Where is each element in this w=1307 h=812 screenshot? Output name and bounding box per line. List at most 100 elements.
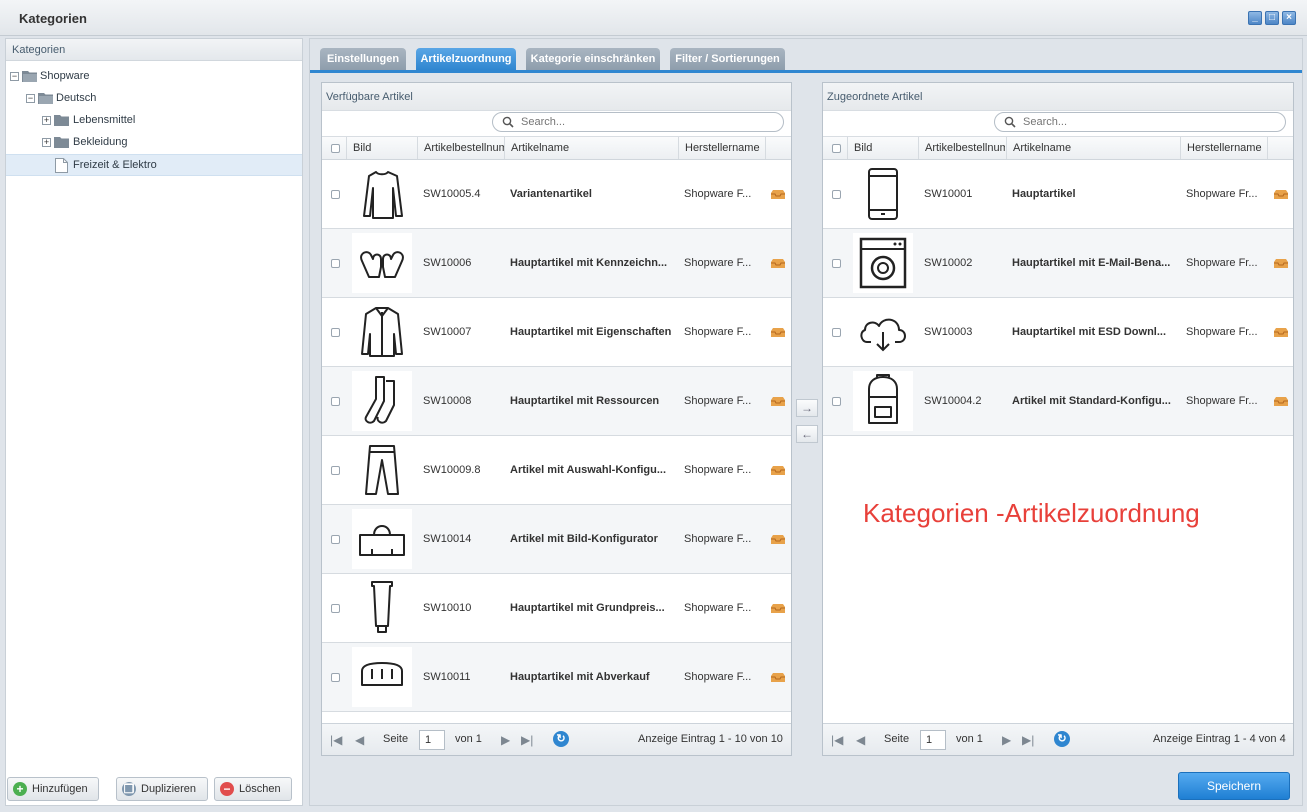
expand-icon[interactable]: + [42, 116, 51, 125]
inbox-icon[interactable] [1273, 258, 1289, 269]
table-row[interactable]: SW10008 Hauptartikel mit Ressourcen Shop… [322, 367, 791, 436]
folder-icon [54, 137, 69, 148]
refresh-icon[interactable]: ↻ [1054, 731, 1070, 747]
assigned-search-field[interactable] [994, 112, 1286, 132]
table-row[interactable]: SW10002 Hauptartikel mit E-Mail-Bena... … [823, 229, 1293, 298]
page-number-input[interactable]: 1 [419, 730, 445, 750]
inbox-icon[interactable] [770, 396, 786, 407]
duplicate-category-button[interactable]: ❐ Duplizieren [116, 777, 208, 801]
row-checkbox[interactable] [832, 328, 841, 337]
row-checkbox[interactable] [331, 673, 340, 682]
tree-header: Kategorien [6, 39, 302, 61]
bag-icon [352, 509, 412, 569]
tab-filter-sortierungen[interactable]: Filter / Sortierungen [670, 48, 785, 70]
first-page-icon[interactable]: |◀ [831, 733, 843, 747]
inbox-icon[interactable] [770, 534, 786, 545]
row-checkbox[interactable] [331, 328, 340, 337]
tree-node-shopware[interactable]: − Shopware [6, 66, 302, 88]
socks-icon [352, 371, 412, 431]
minimize-icon[interactable]: _ [1248, 11, 1262, 25]
table-row[interactable]: SW10009.8 Artikel mit Auswahl-Konfigu...… [322, 436, 791, 505]
tab-kategorie-einschraenken[interactable]: Kategorie einschränken [526, 48, 660, 70]
page-number-input[interactable]: 1 [920, 730, 946, 750]
column-header-image[interactable]: Bild [854, 142, 914, 154]
inbox-icon[interactable] [770, 603, 786, 614]
column-header-image[interactable]: Bild [353, 142, 413, 154]
add-category-button[interactable]: + Hinzufügen [7, 777, 99, 801]
column-header-number[interactable]: Artikelbestellnummer [424, 142, 504, 154]
inbox-icon[interactable] [1273, 189, 1289, 200]
column-header-name[interactable]: Artikelname [1013, 142, 1173, 154]
row-checkbox[interactable] [331, 604, 340, 613]
row-checkbox[interactable] [331, 466, 340, 475]
row-checkbox[interactable] [331, 397, 340, 406]
table-row[interactable]: SW10014 Artikel mit Bild-Konfigurator Sh… [322, 505, 791, 574]
inbox-icon[interactable] [770, 672, 786, 683]
collapse-icon[interactable]: − [10, 72, 19, 81]
window-titlebar: Kategorien _ □ × [0, 0, 1307, 36]
inbox-icon[interactable] [1273, 396, 1289, 407]
inbox-icon[interactable] [1273, 327, 1289, 338]
prev-page-icon[interactable]: ◀ [856, 733, 865, 747]
tree-node-lebensmittel[interactable]: + Lebensmittel [6, 110, 302, 132]
save-button[interactable]: Speichern [1178, 772, 1290, 800]
column-separator [1180, 137, 1181, 159]
column-header-name[interactable]: Artikelname [511, 142, 671, 154]
arrow-right-icon: → [801, 401, 813, 415]
grid-title: Verfügbare Artikel [322, 83, 791, 111]
table-row[interactable]: SW10005.4 Variantenartikel Shopware F... [322, 160, 791, 229]
search-input[interactable] [519, 115, 753, 129]
row-checkbox[interactable] [832, 190, 841, 199]
table-row[interactable]: SW10007 Hauptartikel mit Eigenschaften S… [322, 298, 791, 367]
assign-arrow-button[interactable]: → [796, 399, 818, 417]
refresh-icon[interactable]: ↻ [553, 731, 569, 747]
first-page-icon[interactable]: |◀ [330, 733, 342, 747]
unassign-arrow-button[interactable]: ← [796, 425, 818, 443]
tree-node-freizeit-elektro[interactable]: Freizeit & Elektro [6, 154, 302, 176]
search-input[interactable] [1021, 115, 1255, 129]
last-page-icon[interactable]: ▶| [521, 733, 533, 747]
close-icon[interactable]: × [1282, 11, 1296, 25]
tree-node-deutsch[interactable]: − Deutsch [6, 88, 302, 110]
table-row[interactable]: SW10006 Hauptartikel mit Kennzeichn... S… [322, 229, 791, 298]
tab-einstellungen[interactable]: Einstellungen [320, 48, 406, 70]
column-header-manufacturer[interactable]: Herstellername [685, 142, 765, 154]
row-checkbox[interactable] [331, 535, 340, 544]
category-detail-panel: Einstellungen Artikelzuordnung Kategorie… [309, 38, 1303, 806]
expand-icon[interactable]: + [42, 138, 51, 147]
column-separator [847, 137, 848, 159]
table-row[interactable]: SW10011 Hauptartikel mit Abverkauf Shopw… [322, 643, 791, 712]
table-row[interactable]: SW10003 Hauptartikel mit ESD Downl... Sh… [823, 298, 1293, 367]
available-pager: |◀ ◀ Seite 1 von 1 ▶ ▶| ↻ Anzeige Eintra… [322, 723, 791, 755]
row-checkbox[interactable] [331, 259, 340, 268]
table-row[interactable]: SW10010 Hauptartikel mit Grundpreis... S… [322, 574, 791, 643]
last-page-icon[interactable]: ▶| [1022, 733, 1034, 747]
inbox-icon[interactable] [770, 327, 786, 338]
available-search-field[interactable] [492, 112, 784, 132]
inbox-icon[interactable] [770, 189, 786, 200]
collapse-icon[interactable]: − [26, 94, 35, 103]
tree-node-bekleidung[interactable]: + Bekleidung [6, 132, 302, 154]
sweater-icon [352, 164, 412, 224]
column-header-number[interactable]: Artikelbestellnummer [925, 142, 1005, 154]
prev-page-icon[interactable]: ◀ [355, 733, 364, 747]
cloud-download-icon [853, 302, 913, 362]
inbox-icon[interactable] [770, 258, 786, 269]
select-all-checkbox[interactable] [832, 144, 841, 153]
delete-category-button[interactable]: − Löschen [214, 777, 292, 801]
inbox-icon[interactable] [770, 465, 786, 476]
table-row[interactable]: SW10001 Hauptartikel Shopware Fr... [823, 160, 1293, 229]
row-checkbox[interactable] [331, 190, 340, 199]
column-separator [918, 137, 919, 159]
table-row[interactable]: SW10004.2 Artikel mit Standard-Konfigu..… [823, 367, 1293, 436]
jacket-icon [352, 302, 412, 362]
tab-artikelzuordnung[interactable]: Artikelzuordnung [416, 48, 516, 70]
select-all-checkbox[interactable] [331, 144, 340, 153]
maximize-icon[interactable]: □ [1265, 11, 1279, 25]
column-header-manufacturer[interactable]: Herstellername [1187, 142, 1267, 154]
row-checkbox[interactable] [832, 259, 841, 268]
next-page-icon[interactable]: ▶ [1002, 733, 1011, 747]
row-checkbox[interactable] [832, 397, 841, 406]
smartphone-icon [853, 164, 913, 224]
next-page-icon[interactable]: ▶ [501, 733, 510, 747]
